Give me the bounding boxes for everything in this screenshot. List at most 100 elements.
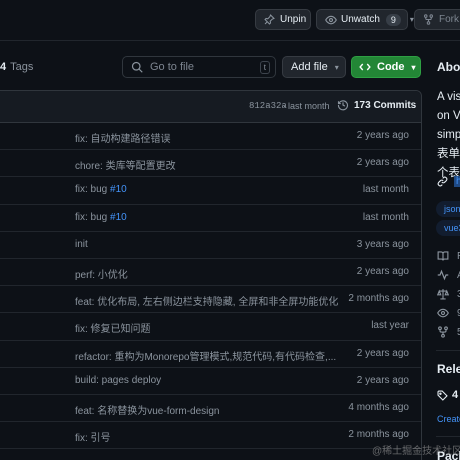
commit-message[interactable]: feat: 名称替换为vue-form-design [75, 402, 220, 417]
activity-icon [437, 269, 449, 281]
commit-time: 2 months ago [348, 429, 409, 441]
commits-link[interactable]: 173 Commits [337, 99, 416, 111]
unpin-button[interactable]: Unpin [255, 9, 311, 30]
table-row[interactable]: init 3 years ago [0, 232, 421, 259]
commit-message[interactable]: refactor: 重构为Monorepo管理模式,规范代码,有代码检查,... [75, 348, 336, 363]
eye-icon [437, 307, 449, 319]
activity-link[interactable]: A [437, 269, 460, 281]
add-file-button[interactable]: Add file ▾ [282, 56, 346, 78]
commit-message[interactable]: init [75, 239, 88, 250]
shortcut-key: t [259, 61, 270, 74]
watchers-link[interactable]: 9 [437, 307, 460, 319]
commit-message[interactable]: fix: 引号 [75, 429, 111, 444]
description-line: simp [437, 129, 460, 141]
commit-message-text: chore: 类库等配置更改 [75, 161, 176, 173]
go-to-file-input[interactable] [150, 61, 250, 73]
search-icon [131, 61, 143, 73]
divider [436, 350, 460, 351]
link-icon [437, 176, 448, 187]
create-release-link[interactable]: Create [437, 414, 460, 424]
commit-message-text: build: pages deploy [75, 374, 162, 386]
commit-message[interactable]: fix: bug #10 [75, 212, 127, 223]
commit-message-text: fix: 自动构建路径错误 [75, 134, 171, 145]
commit-sha[interactable]: 812a32a [249, 101, 287, 111]
watch-count: 9 [385, 13, 401, 26]
commit-time: 2 years ago [356, 157, 409, 169]
commit-message[interactable]: chore: 类库等配置更改 [75, 157, 176, 172]
issue-link[interactable]: #10 [110, 184, 127, 195]
code-icon [359, 61, 371, 73]
file-rows: fix: 自动构建路径错误 2 years ago chore: 类库等配置更改 2 … [0, 123, 421, 450]
divider [436, 436, 460, 437]
issue-link[interactable]: #10 [110, 212, 127, 223]
table-row[interactable]: fix: 引号 2 months ago [0, 422, 421, 450]
latest-commit-bar: 812a32a · last month 173 Commits [0, 91, 421, 123]
unwatch-label: Unwatch [341, 14, 380, 25]
table-row[interactable]: fix: bug #10 last month [0, 205, 421, 232]
commit-message[interactable]: fix: bug #10 [75, 184, 127, 195]
file-table: 812a32a · last month 173 Commits fix: 自动… [0, 90, 422, 460]
code-button[interactable]: Code ▾ [351, 56, 421, 78]
unpin-label: Unpin [280, 14, 307, 25]
commit-time: 4 months ago [348, 401, 409, 413]
table-row[interactable]: fix: 自动构建路径错误 2 years ago [0, 123, 421, 151]
commit-message-text: feat: 优化布局, 左右侧边栏支持隐藏, 全屏和非全屏功能优化 [75, 297, 339, 309]
commit-message[interactable]: fix: 自动构建路径错误 [75, 130, 171, 145]
table-row[interactable]: perf: 小优化 2 years ago [0, 259, 421, 287]
commit-message-text: init [75, 238, 88, 250]
commit-message[interactable]: fix: 修复已知问题 [75, 320, 151, 335]
website-link-row: h [437, 176, 460, 187]
book-icon [437, 250, 449, 262]
website-link[interactable]: h [454, 176, 460, 187]
scale-icon [437, 288, 449, 300]
topic-tag[interactable]: vue3 [436, 220, 460, 236]
stars-link[interactable]: 3 [437, 288, 460, 300]
table-row[interactable]: build: pages deploy 2 years ago [0, 368, 421, 395]
fork-icon [423, 14, 434, 25]
unwatch-button[interactable]: Unwatch 9 ▾ [316, 9, 414, 30]
commit-message[interactable]: build: pages deploy [75, 375, 161, 386]
fork-icon [437, 326, 449, 338]
history-icon [337, 99, 349, 111]
chevron-down-icon: ▾ [334, 62, 339, 72]
releases-count: 4 [452, 389, 459, 401]
description-line: 表单设 [437, 148, 460, 160]
fork-label: Fork [439, 14, 459, 25]
go-to-file-search[interactable]: t [122, 56, 276, 78]
table-row[interactable]: feat: 名称替换为vue-form-design 4 months ago [0, 395, 421, 423]
topic-tag[interactable]: json [436, 201, 460, 217]
separator: · [283, 101, 286, 111]
commit-time: 2 years ago [356, 130, 409, 141]
commit-message[interactable]: perf: 小优化 [75, 266, 128, 281]
commit-message-text: perf: 小优化 [75, 269, 128, 281]
commit-time: last year [371, 320, 409, 332]
table-row[interactable]: fix: bug #10 last month [0, 177, 421, 205]
releases-tags-link[interactable]: 4 [437, 389, 458, 401]
tags-label: Tags [10, 61, 34, 73]
code-label: Code [377, 61, 405, 73]
commit-time: 2 months ago [348, 293, 409, 305]
forks-link[interactable]: 5 [437, 326, 460, 338]
commit-time: last month [362, 211, 409, 223]
commit-message[interactable]: feat: 优化布局, 左右侧边栏支持隐藏, 全屏和非全屏功能优化 [75, 293, 338, 308]
commit-time: 2 years ago [356, 265, 409, 277]
tags-link[interactable]: 4 Tags [0, 61, 33, 73]
table-row[interactable]: refactor: 重构为Monorepo管理模式,规范代码,有代码检查,...… [0, 341, 421, 368]
releases-title[interactable]: Relea [437, 362, 460, 376]
commit-time: 3 years ago [356, 238, 409, 250]
table-row[interactable]: chore: 类库等配置更改 2 years ago [0, 150, 421, 178]
about-description: A vis on Vu simp 表单设 个表单 [437, 88, 460, 183]
tags-count: 4 [0, 61, 7, 73]
commits-count: 173 Commits [354, 99, 417, 111]
about-title: Abou [437, 60, 460, 74]
table-row[interactable]: feat: 优化布局, 左右侧边栏支持隐藏, 全屏和非全屏功能优化 2 month… [0, 286, 421, 314]
chevron-down-icon: ▾ [411, 62, 416, 72]
fork-button[interactable]: Fork [414, 9, 460, 30]
commit-time: last month [288, 101, 330, 111]
commit-message-text: fix: bug [75, 184, 111, 196]
commit-time: last month [362, 184, 409, 196]
table-row[interactable]: fix: 修复已知问题 last year [0, 313, 421, 341]
tag-icon [437, 389, 448, 401]
readme-link[interactable]: R [437, 250, 460, 262]
repo-header: Unpin Unwatch 9 ▾ Fork [0, 0, 460, 41]
